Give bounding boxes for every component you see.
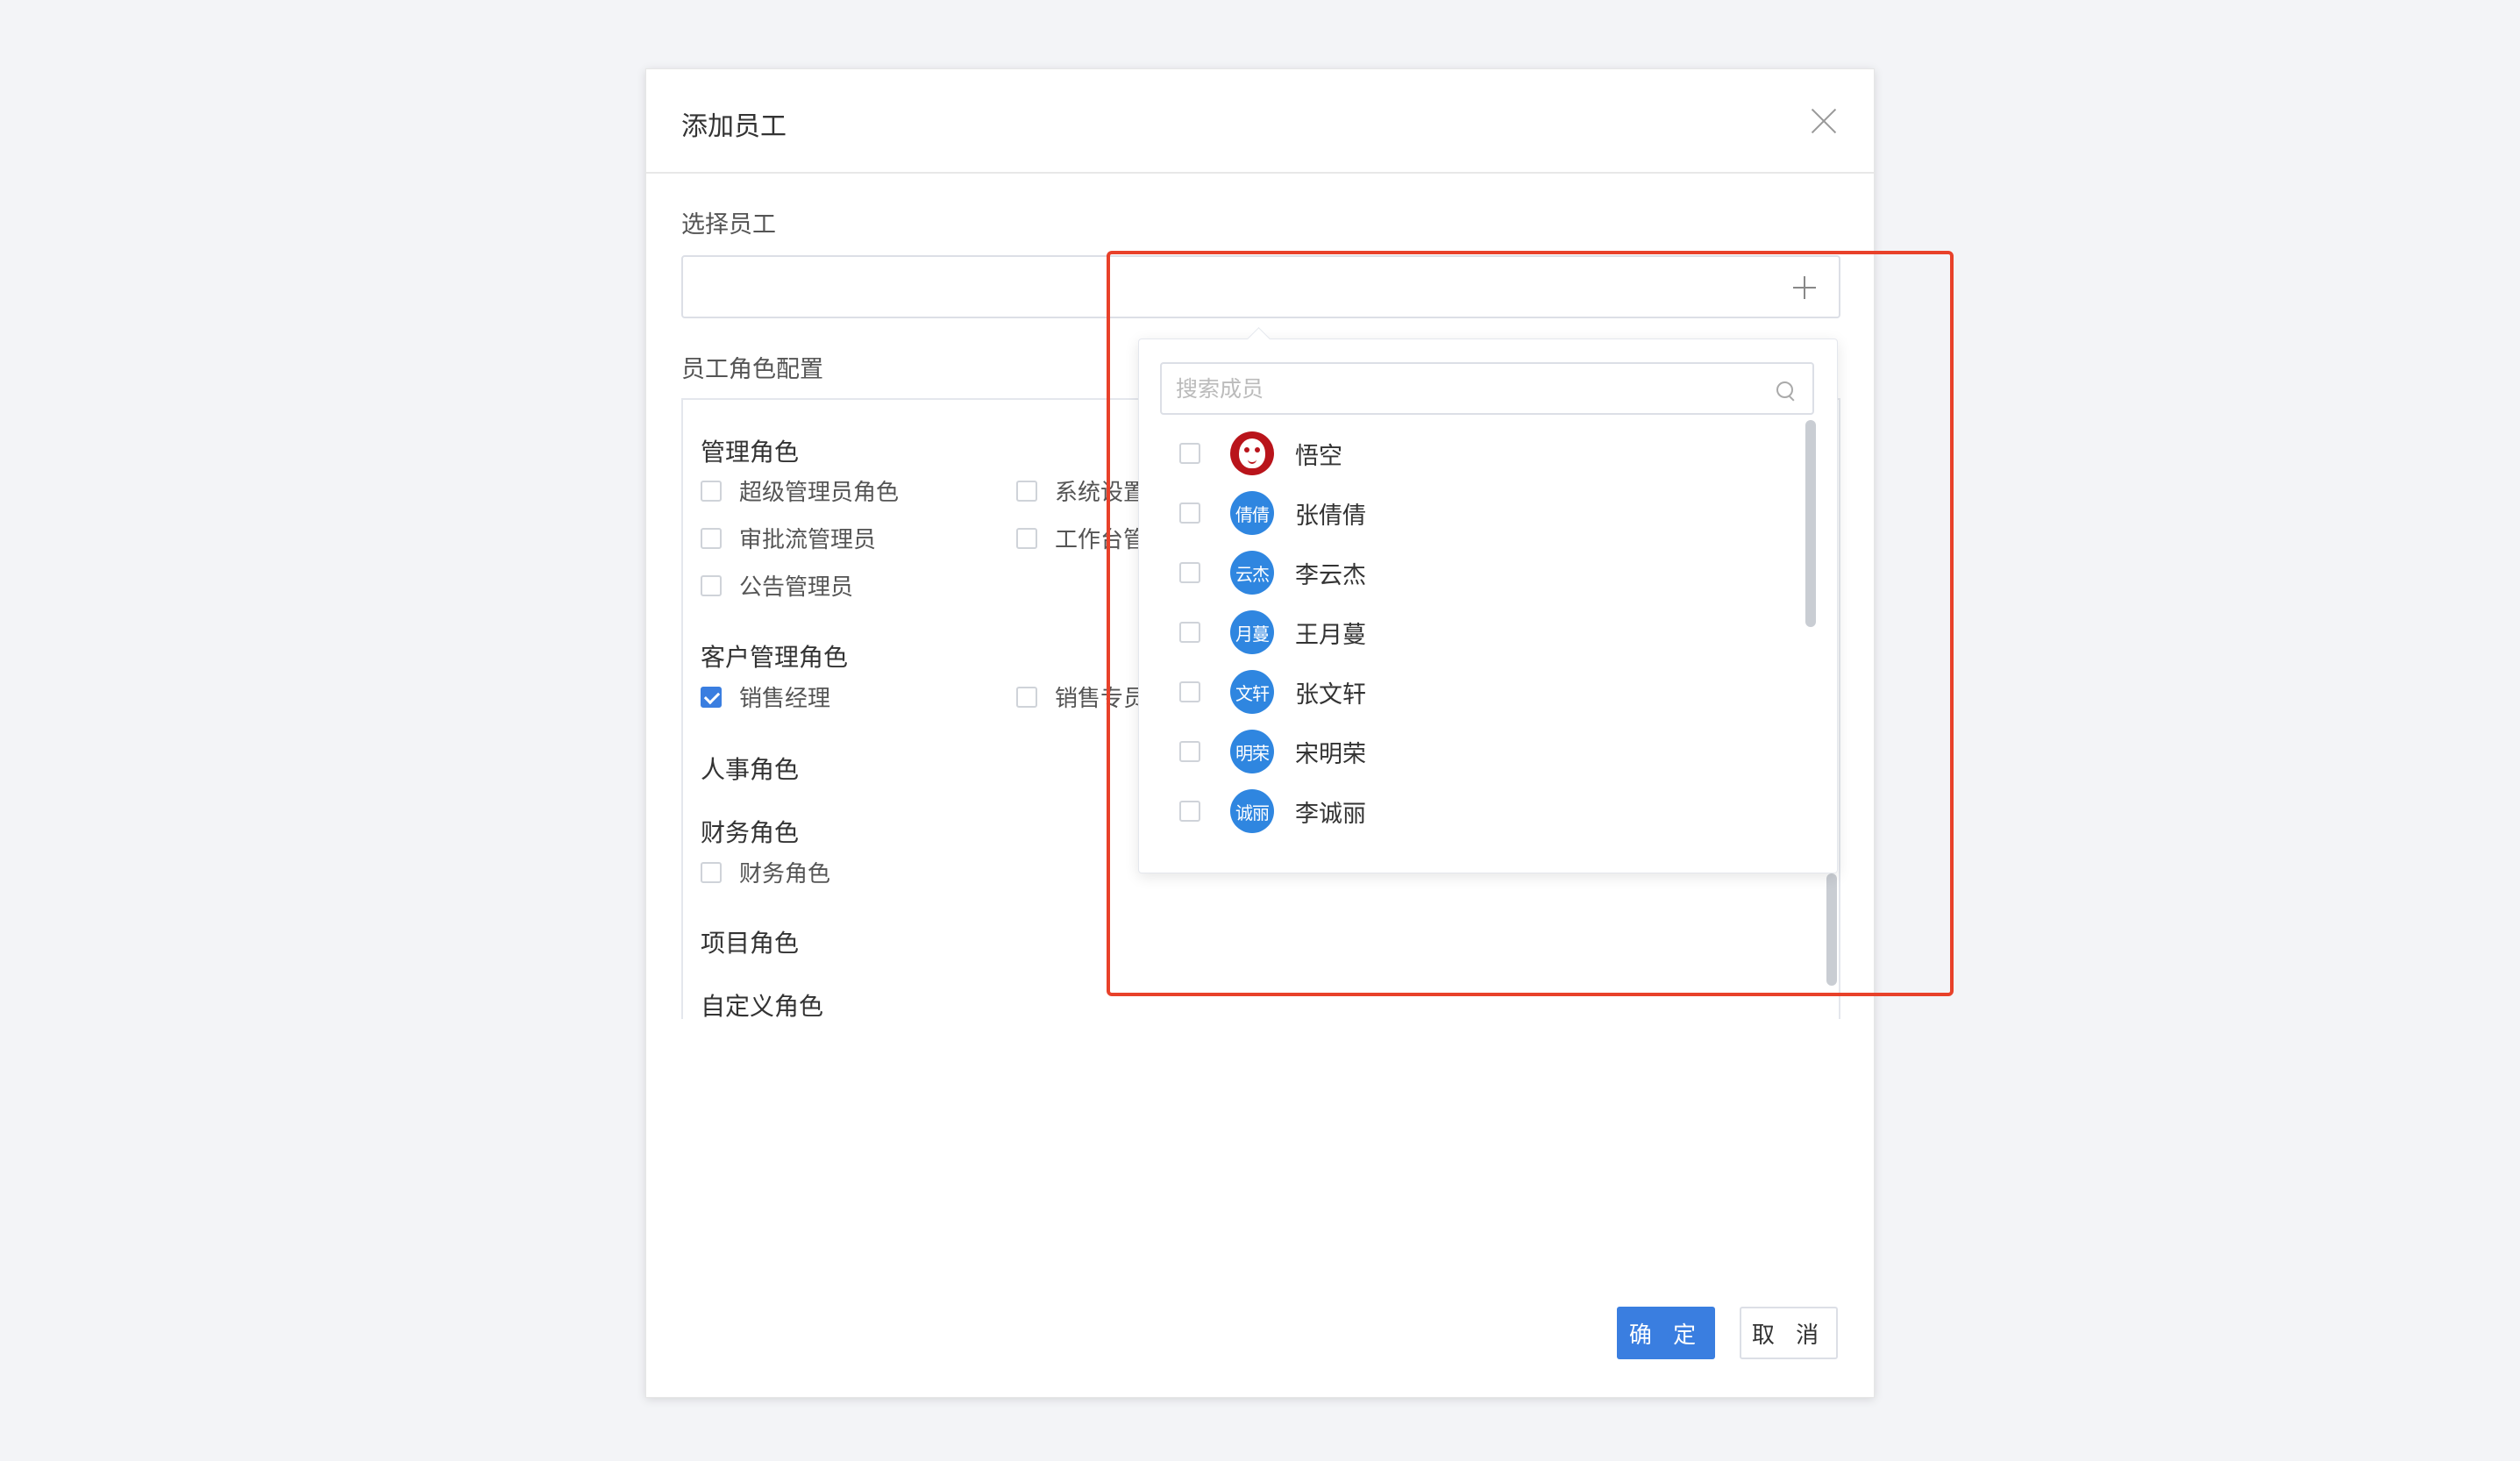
avatar: 月蔓 [1230, 610, 1274, 654]
monkey-face [1239, 438, 1265, 468]
avatar: 倩倩 [1230, 491, 1274, 535]
plus-icon[interactable] [1793, 276, 1816, 299]
member-item[interactable]: 云杰 李云杰 [1179, 548, 1366, 597]
member-search-input[interactable] [1160, 362, 1814, 415]
checkbox[interactable] [701, 527, 722, 549]
checkbox[interactable] [1179, 801, 1200, 822]
member-name: 宋明荣 [1295, 740, 1366, 768]
member-item[interactable]: 诚丽 李诚丽 [1179, 787, 1366, 836]
avatar: 文轩 [1230, 670, 1274, 714]
role-checkbox-sales-specialist[interactable]: 销售专员 [1016, 681, 1146, 713]
role-group-title: 财务角色 [701, 818, 800, 847]
roles-config-label: 员工角色配置 [681, 356, 823, 383]
checkbox[interactable] [1179, 741, 1200, 762]
checkbox-label: 超级管理员角色 [739, 480, 900, 506]
role-group-title: 项目角色 [701, 929, 800, 958]
checkbox[interactable] [1179, 562, 1200, 583]
role-group-title: 自定义角色 [701, 992, 824, 1019]
modal-header: 添加员工 [646, 69, 1874, 174]
role-checkbox-system-settings[interactable]: 系统设置 [1016, 474, 1146, 507]
role-checkbox-workbench-admin[interactable]: 工作台管 [1016, 522, 1146, 554]
employee-select[interactable] [681, 255, 1840, 318]
checkbox-label: 工作台管 [1055, 527, 1147, 553]
checkbox-label: 销售专员 [1055, 686, 1147, 712]
member-item[interactable]: 悟空 [1179, 429, 1342, 478]
checkbox[interactable] [1016, 527, 1037, 549]
member-item[interactable]: 文轩 张文轩 [1179, 667, 1366, 716]
role-checkbox-notice-admin[interactable]: 公告管理员 [701, 569, 853, 602]
confirm-button[interactable]: 确 定 [1617, 1307, 1715, 1359]
checkbox[interactable] [1179, 622, 1200, 643]
checkbox[interactable] [1016, 686, 1037, 708]
checkbox-label: 财务角色 [739, 861, 831, 887]
member-item[interactable]: 明荣 宋明荣 [1179, 727, 1366, 776]
role-group-title: 客户管理角色 [701, 643, 849, 672]
cancel-button[interactable]: 取 消 [1740, 1307, 1838, 1359]
checkbox-label: 系统设置 [1055, 480, 1147, 506]
select-employee-label: 选择员工 [681, 211, 776, 239]
role-checkbox-sales-manager[interactable]: 销售经理 [701, 681, 830, 713]
checkbox-label: 审批流管理员 [739, 527, 877, 553]
checkbox[interactable] [701, 861, 722, 883]
role-checkbox-finance[interactable]: 财务角色 [701, 856, 830, 888]
checkbox[interactable] [701, 480, 722, 502]
roles-scrollbar[interactable] [1826, 873, 1837, 986]
role-group-title: 管理角色 [701, 438, 800, 467]
member-name: 李云杰 [1295, 561, 1366, 589]
checkbox[interactable] [1179, 443, 1200, 464]
role-group-title: 人事角色 [701, 755, 800, 784]
member-name: 悟空 [1295, 442, 1342, 470]
member-name: 张文轩 [1295, 681, 1366, 709]
close-icon[interactable] [1811, 108, 1837, 134]
checkbox[interactable] [1016, 480, 1037, 502]
search-icon [1776, 381, 1793, 398]
avatar: 诚丽 [1230, 789, 1274, 833]
avatar: 明荣 [1230, 730, 1274, 773]
member-list-scrollbar[interactable] [1805, 420, 1816, 627]
member-name: 李诚丽 [1295, 800, 1366, 828]
role-checkbox-super-admin[interactable]: 超级管理员角色 [701, 474, 899, 507]
role-checkbox-approval-admin[interactable]: 审批流管理员 [701, 522, 876, 554]
checkbox-checked[interactable] [701, 686, 722, 708]
avatar: 云杰 [1230, 551, 1274, 595]
checkbox[interactable] [1179, 502, 1200, 524]
member-dropdown: 悟空 倩倩 张倩倩 云杰 李云杰 月蔓 王月蔓 文轩 张文轩 明荣 宋明荣 诚丽… [1138, 327, 1838, 873]
checkbox[interactable] [701, 574, 722, 596]
checkbox-label: 公告管理员 [739, 574, 854, 601]
modal-title: 添加员工 [681, 111, 787, 142]
monkey-avatar-icon [1230, 431, 1274, 475]
member-name: 张倩倩 [1295, 502, 1366, 530]
checkbox[interactable] [1179, 681, 1200, 702]
member-item[interactable]: 月蔓 王月蔓 [1179, 608, 1366, 657]
checkbox-label: 销售经理 [739, 686, 831, 712]
member-name: 王月蔓 [1295, 621, 1366, 649]
member-item[interactable]: 倩倩 张倩倩 [1179, 488, 1366, 538]
